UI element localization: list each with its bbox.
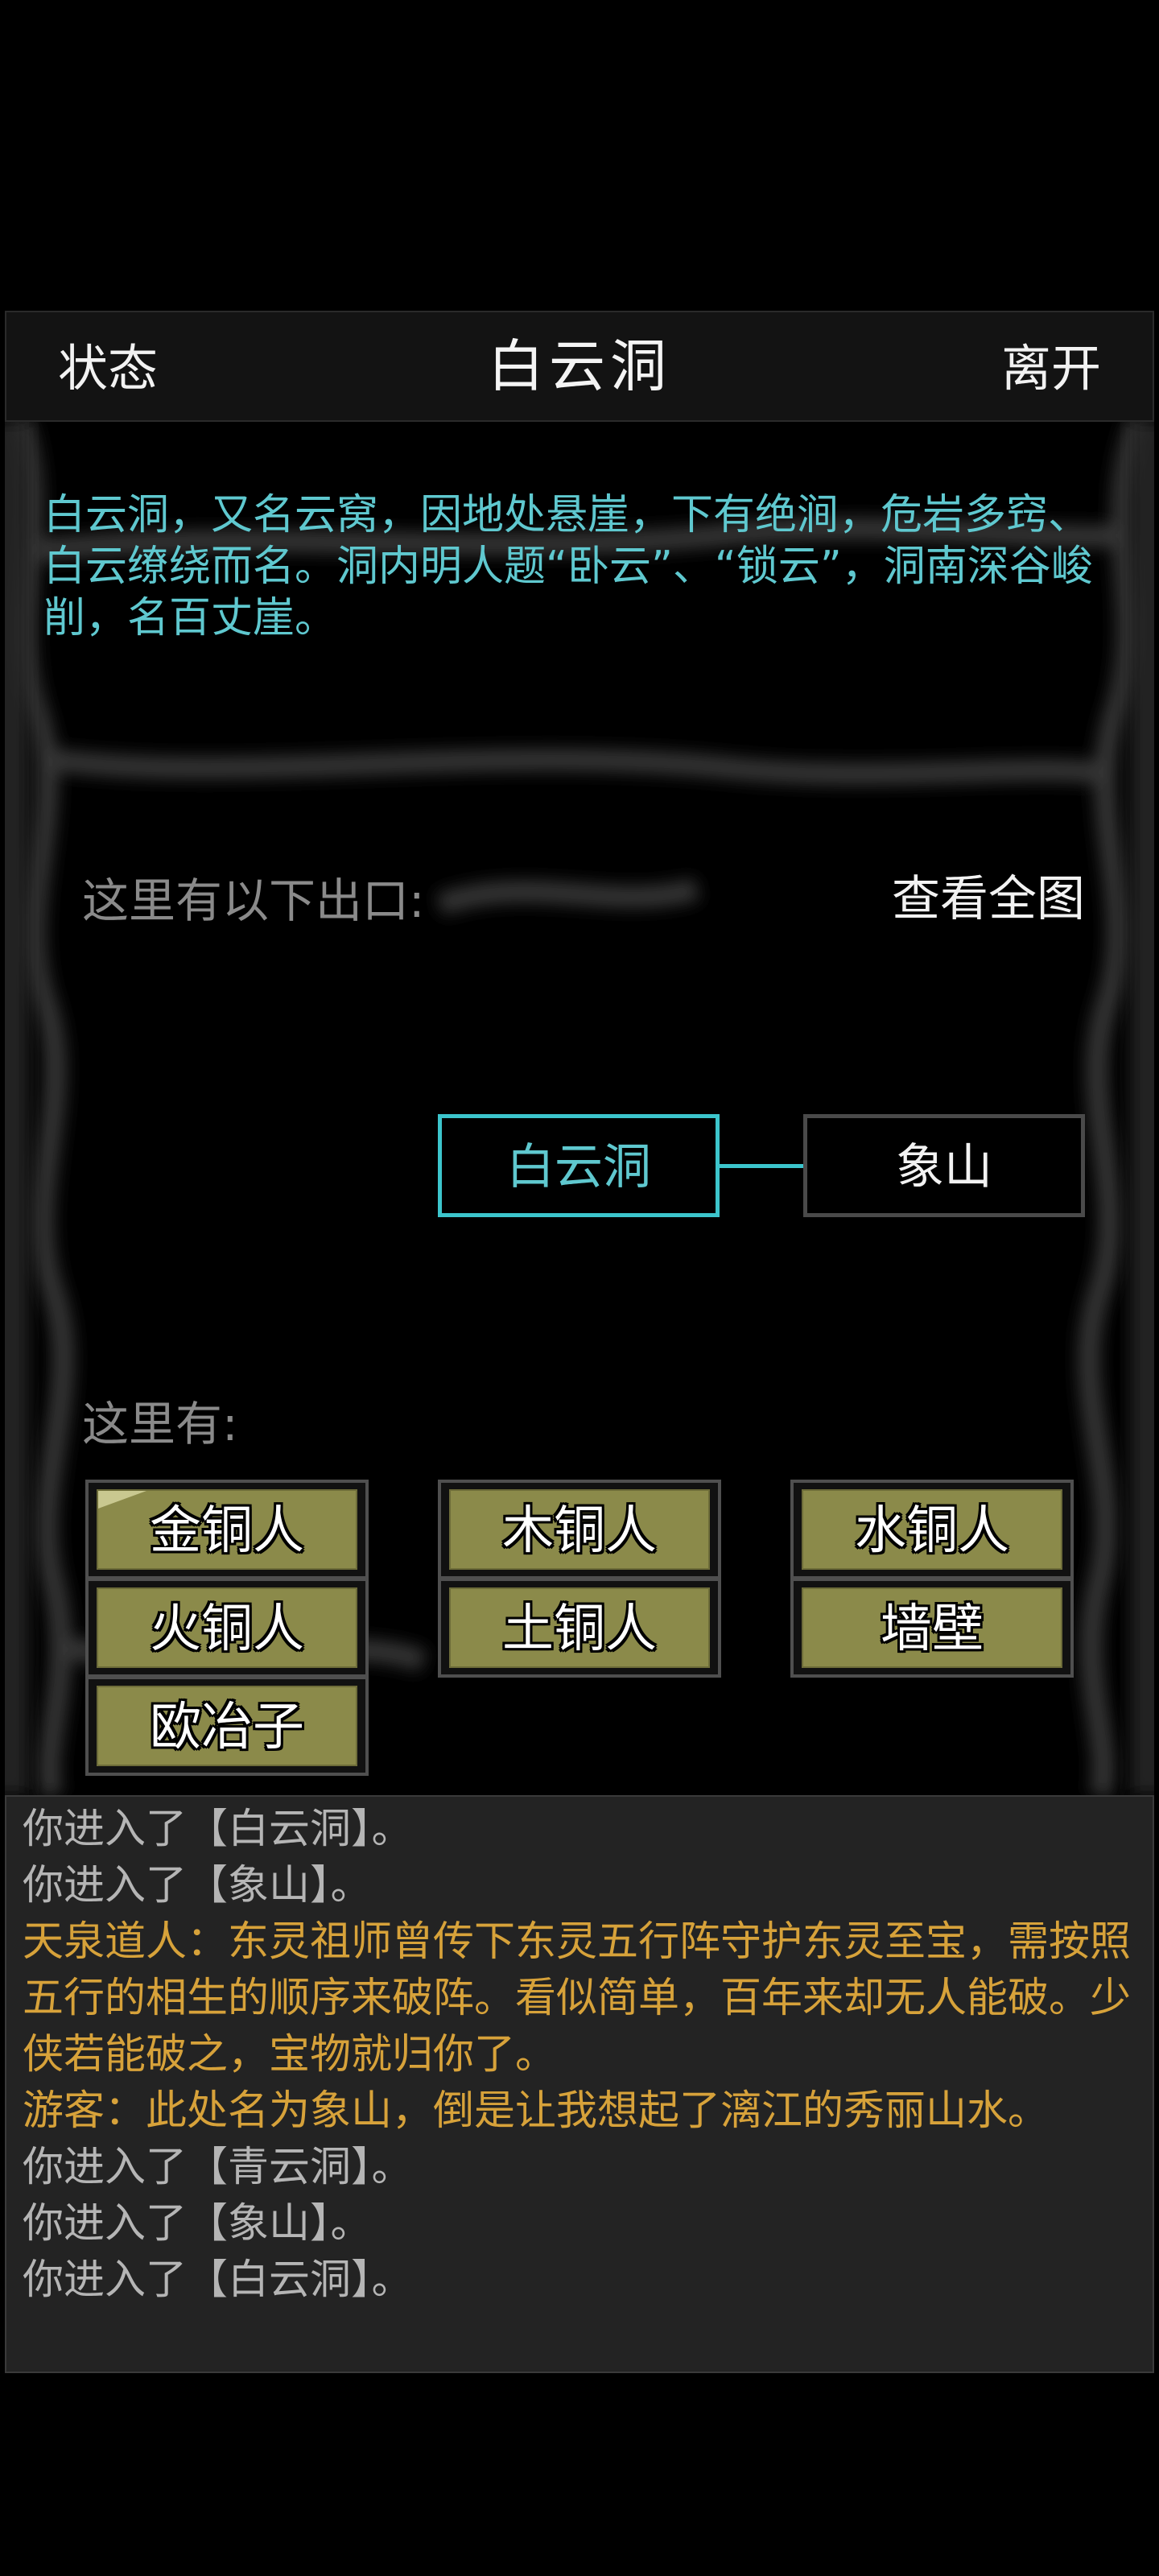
message-log[interactable]: 你进入了【白云洞】。 你进入了【象山】。 天泉道人：东灵祖师曾传下东灵五行阵守护…: [5, 1795, 1154, 2373]
exit-connector: [720, 1164, 803, 1168]
log-line: 你进入了【象山】。: [23, 2200, 372, 2248]
room-title: 白云洞: [488, 333, 671, 399]
log-line: 游客：此处名为象山，倒是让我想起了漓江的秀丽山水。: [23, 2087, 1050, 2135]
npc-button[interactable]: 欧冶子: [85, 1676, 369, 1776]
exits-label: 这里有以下出口:: [82, 873, 425, 928]
npc-button[interactable]: 土铜人: [438, 1578, 721, 1678]
npc-button[interactable]: 火铜人: [85, 1578, 369, 1678]
room-panel: 白云洞，又名云窝，因地处悬崖，下有绝涧，危岩多窍、白云缭绕而名。洞内明人题“卧云…: [5, 422, 1154, 1795]
exit-node-current[interactable]: 白云洞: [438, 1114, 720, 1217]
log-line: 你进入了【象山】。: [23, 1862, 372, 1909]
npc-label: 火铜人: [97, 1587, 357, 1668]
full-map-button[interactable]: 查看全图: [892, 871, 1085, 927]
npc-label: 土铜人: [449, 1587, 710, 1668]
here-label: 这里有:: [82, 1397, 238, 1451]
npc-button[interactable]: 水铜人: [790, 1480, 1074, 1579]
exit-node-east[interactable]: 象山: [803, 1114, 1085, 1217]
log-line: 你进入了【白云洞】。: [23, 1806, 413, 1853]
log-line: 你进入了【青云洞】。: [23, 2144, 413, 2191]
npc-button[interactable]: 墙壁: [790, 1578, 1074, 1678]
npc-label: 水铜人: [802, 1489, 1062, 1570]
npc-label: 金铜人: [97, 1489, 357, 1570]
npc-label: 木铜人: [449, 1489, 710, 1570]
corner-fold-icon: [98, 1491, 146, 1509]
npc-button[interactable]: 金铜人: [85, 1480, 369, 1579]
npc-label: 欧冶子: [97, 1686, 357, 1766]
leave-button[interactable]: 离开: [1001, 336, 1101, 401]
room-description: 白云洞，又名云窝，因地处悬崖，下有绝涧，危岩多窍、白云缭绕而名。洞内明人题“卧云…: [43, 491, 1093, 642]
log-line: 天泉道人：东灵祖师曾传下东灵五行阵守护东灵至宝，需按照五行的相生的顺序来破阵。看…: [23, 1918, 1132, 2079]
log-line: 你进入了【白云洞】。: [23, 2256, 413, 2304]
top-bar: 状态 白云洞 离开: [5, 311, 1154, 422]
npc-label: 墙壁: [802, 1587, 1062, 1668]
npc-button[interactable]: 木铜人: [438, 1480, 721, 1579]
